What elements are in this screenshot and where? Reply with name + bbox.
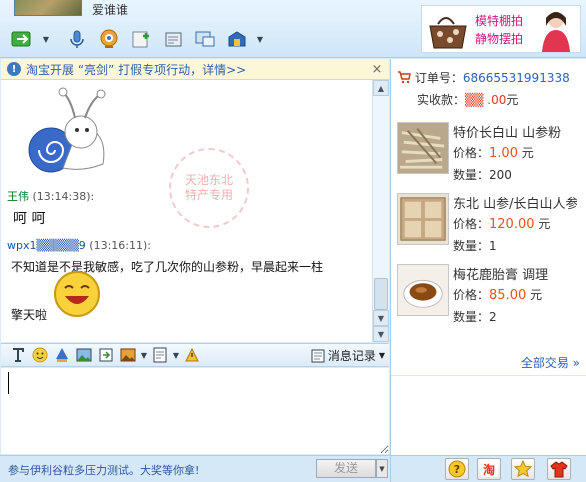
model-photo [542, 12, 570, 52]
contact-avatar[interactable] [14, 0, 82, 16]
order-id[interactable]: 68665531991338 [463, 71, 570, 85]
scroll-down-icon[interactable]: ▼ [373, 310, 389, 326]
text-caret [8, 372, 9, 394]
item-price: 120.00 [489, 217, 535, 232]
magic-icon[interactable] [51, 345, 73, 365]
message-header: wpx1▒▒▒▒▒9 (13:16:11): [7, 239, 151, 252]
svg-text:淘: 淘 [483, 462, 495, 477]
message-body-cont: 擎天啦 [11, 308, 48, 322]
order-item[interactable]: 梅花鹿胎膏 调理 价格：85.00 元 数量：2 [397, 264, 583, 332]
voice-icon[interactable] [62, 25, 92, 53]
sender-name: 王伟 [7, 190, 29, 203]
svg-text:?: ? [454, 463, 460, 476]
paid-label: 实收款： [417, 93, 466, 107]
more-tools-dropdown-icon[interactable]: ▼ [254, 25, 266, 53]
window-header: 爱谁谁 ▼ ▼ 模特棚拍 静物摆拍 [0, 0, 586, 58]
help-icon[interactable]: ? [445, 458, 469, 480]
product-thumbnail [397, 264, 449, 316]
quick-reply-dropdown-icon[interactable]: ▼ [171, 351, 181, 360]
item-qty-line: 数量：1 [453, 239, 497, 253]
chat-toolbar: ▼ ▼ [8, 24, 266, 54]
notice-bar: ! 淘宝开展 “亮剑” 打假专项行动，详情>> × [1, 59, 389, 80]
format-toolbar: ▼ ▼ 消息记录 ▼ [1, 343, 389, 367]
paid-amount: ▒▒ .00 [465, 93, 507, 107]
order-item[interactable]: 东北 山参/长白山人参 价格：120.00 元 数量：1 [397, 193, 583, 261]
favorite-star-icon[interactable] [511, 458, 535, 480]
remote-assist-icon[interactable] [190, 25, 220, 53]
contact-name: 爱谁谁 [92, 3, 129, 17]
order-id-line: 订单号：68665531991338 [397, 69, 570, 86]
scroll-up-icon[interactable]: ▲ [373, 80, 389, 96]
chat-history[interactable]: 天池东北 特产专用 王伟 (13:14:38): 呵 呵 wpx1▒▒▒▒▒9 … [1, 80, 372, 342]
item-title[interactable]: 东北 山参/长白山人参 [453, 193, 577, 212]
item-qty: 1 [489, 239, 497, 253]
item-price-line: 价格：85.00 元 [453, 288, 543, 303]
product-thumbnail [397, 122, 449, 174]
message-time: (13:16:11): [89, 239, 151, 252]
item-price: 85.00 [489, 288, 527, 303]
cart-icon [398, 71, 411, 84]
watermark: 天池东北 特产专用 [169, 148, 249, 228]
shake-icon[interactable] [181, 345, 203, 365]
notice-link[interactable]: 淘宝开展 “亮剑” 打假专项行动，详情>> [26, 61, 369, 78]
item-qty: 2 [489, 310, 497, 324]
message-input[interactable] [1, 368, 389, 454]
laughing-emoticon [54, 271, 100, 317]
history-icon [311, 349, 325, 362]
message-header: 王伟 (13:14:38): [7, 188, 94, 204]
all-trades-link[interactable]: 全部交易 » [521, 354, 580, 371]
font-icon[interactable] [7, 345, 29, 365]
transfer-icon[interactable] [8, 25, 38, 53]
screenshot-icon[interactable] [95, 345, 117, 365]
paid-unit: 元 [506, 93, 519, 107]
bottom-bar: 参与伊利谷粒多压力测试。大奖等你拿! 发送 ▼ [0, 455, 390, 482]
quick-reply-icon[interactable] [149, 345, 171, 365]
ad-banner[interactable]: 模特棚拍 静物摆拍 [421, 5, 581, 53]
sender-name: wpx1▒▒▒▒▒9 [7, 239, 86, 252]
item-qty-line: 数量：2 [453, 310, 497, 324]
close-icon[interactable]: × [369, 62, 385, 77]
chat-scrollbar[interactable]: ▲ ▼ ▼ [372, 80, 389, 342]
message-history-button[interactable]: 消息记录 ▼ [311, 347, 385, 364]
snail-emoticon [28, 87, 106, 173]
promo-link[interactable]: 参与伊利谷粒多压力测试。大奖等你拿! [8, 462, 199, 478]
item-qty-line: 数量：200 [453, 168, 512, 182]
history-dropdown-icon: ▼ [378, 351, 385, 360]
emoticon-icon[interactable] [29, 345, 51, 365]
clothing-icon[interactable] [547, 458, 571, 480]
scroll-end-icon[interactable]: ▼ [373, 326, 389, 342]
divider [391, 375, 586, 376]
transfer-dropdown-icon[interactable]: ▼ [40, 25, 52, 53]
image-icon[interactable] [73, 345, 95, 365]
scroll-thumb[interactable] [374, 278, 388, 310]
product-thumbnail [397, 193, 449, 245]
info-icon: ! [7, 62, 21, 76]
message-time: (13:14:38): [32, 190, 95, 203]
plugin-bar: ? 淘 [390, 455, 586, 482]
item-price-line: 价格：120.00 元 [453, 217, 551, 232]
ad-line-1: 模特棚拍 [474, 14, 523, 28]
order-panel: 订单号：68665531991338 实收款：▒▒ .00元 特价长白山 山参粉… [390, 59, 586, 455]
item-title[interactable]: 梅花鹿胎膏 调理 [453, 264, 577, 283]
taobao-icon[interactable]: 淘 [477, 458, 501, 480]
webcam-icon[interactable] [94, 25, 124, 53]
history-label: 消息记录 [327, 349, 376, 363]
send-button[interactable]: 发送 [316, 459, 376, 478]
item-title[interactable]: 特价长白山 山参粉 [453, 122, 577, 141]
send-file-icon[interactable] [158, 25, 188, 53]
order-id-label: 订单号： [414, 71, 463, 85]
item-price-line: 价格：1.00 元 [453, 146, 534, 161]
paid-amount-line: 实收款：▒▒ .00元 [417, 91, 518, 108]
item-qty: 200 [489, 168, 512, 182]
gallery-icon[interactable] [117, 345, 139, 365]
gallery-dropdown-icon[interactable]: ▼ [139, 351, 149, 360]
ad-line-2: 静物摆拍 [474, 32, 523, 46]
message-body: 呵 呵 [13, 211, 46, 227]
order-item[interactable]: 特价长白山 山参粉 价格：1.00 元 数量：200 [397, 122, 583, 190]
app-icon[interactable] [222, 25, 252, 53]
item-price: 1.00 [489, 146, 518, 161]
add-contact-icon[interactable] [126, 25, 156, 53]
send-options-dropdown-icon[interactable]: ▼ [376, 459, 388, 478]
